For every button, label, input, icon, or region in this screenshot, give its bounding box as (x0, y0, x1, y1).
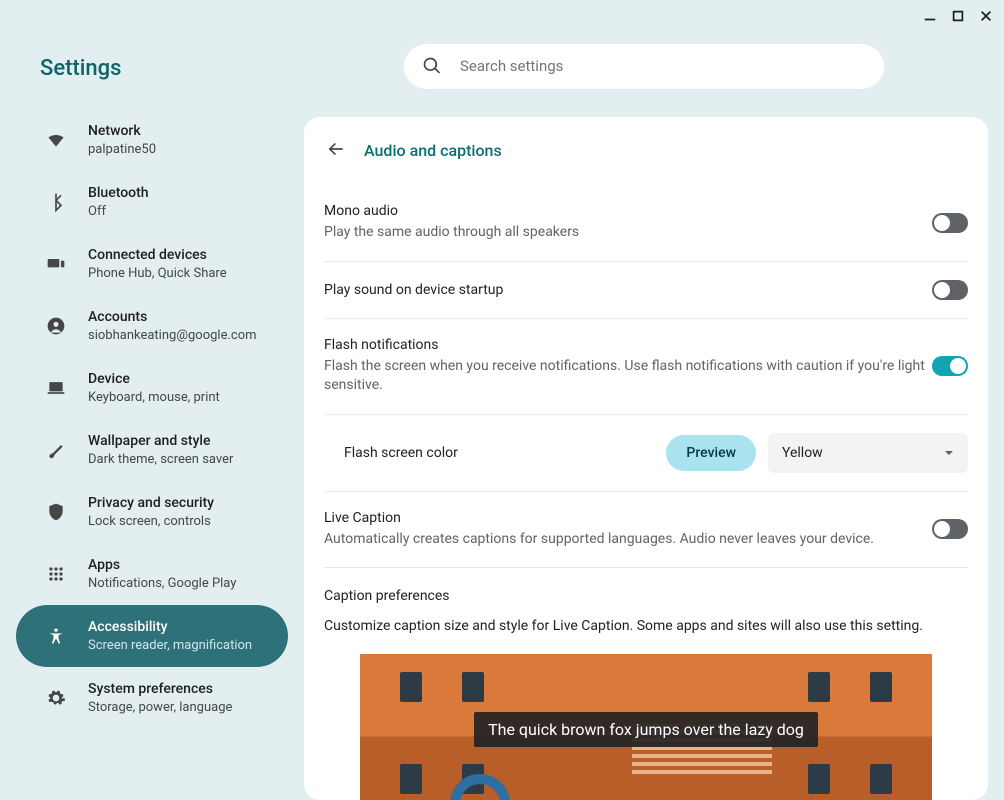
window-titlebar (0, 0, 1004, 32)
flash-title: Flash notifications (324, 337, 932, 353)
sidebar-item-system[interactable]: System preferences Storage, power, langua… (16, 667, 288, 729)
sidebar-item-sublabel: Off (88, 204, 149, 219)
sidebar-item-sublabel: Phone Hub, Quick Share (88, 266, 227, 281)
window-minimize-button[interactable] (920, 6, 940, 26)
search-input[interactable] (460, 57, 866, 75)
accessibility-icon (44, 624, 68, 648)
caption-sample-text: The quick brown fox jumps over the lazy … (474, 712, 818, 747)
settings-card: Audio and captions Mono audio Play the s… (304, 117, 988, 800)
mono-audio-desc: Play the same audio through all speakers (324, 223, 932, 243)
account-icon (44, 314, 68, 338)
caption-prefs-desc: Customize caption size and style for Liv… (324, 618, 968, 634)
caption-preview-image: The quick brown fox jumps over the lazy … (360, 654, 932, 800)
sidebar-item-sublabel: Lock screen, controls (88, 514, 214, 529)
flash-color-value: Yellow (782, 445, 823, 461)
sidebar-item-label: Connected devices (88, 247, 227, 263)
sidebar-item-label: Privacy and security (88, 495, 214, 511)
live-caption-title: Live Caption (324, 510, 932, 526)
sidebar-item-connected-devices[interactable]: Connected devices Phone Hub, Quick Share (16, 233, 288, 295)
sidebar-item-label: Wallpaper and style (88, 433, 233, 449)
sidebar-item-device[interactable]: Device Keyboard, mouse, print (16, 357, 288, 419)
sidebar-item-label: System preferences (88, 681, 232, 697)
sidebar-item-sublabel: Storage, power, language (88, 700, 232, 715)
card-header: Audio and captions (304, 117, 988, 185)
sidebar-item-label: Device (88, 371, 220, 387)
sidebar-item-sublabel: Screen reader, magnification (88, 638, 252, 653)
sidebar-item-sublabel: siobhankeating@google.com (88, 328, 257, 343)
flash-toggle[interactable] (932, 356, 968, 376)
sidebar-item-label: Accounts (88, 309, 257, 325)
sidebar-item-apps[interactable]: Apps Notifications, Google Play (16, 543, 288, 605)
brush-icon (44, 438, 68, 462)
app-title: Settings (0, 40, 304, 109)
startup-sound-title: Play sound on device startup (324, 282, 932, 298)
mono-audio-title: Mono audio (324, 203, 932, 219)
devices-icon (44, 252, 68, 276)
search-bar[interactable] (404, 44, 884, 89)
back-button[interactable] (326, 139, 346, 163)
window-close-button[interactable] (976, 6, 996, 26)
sidebar-item-wallpaper[interactable]: Wallpaper and style Dark theme, screen sa… (16, 419, 288, 481)
chevron-down-icon (944, 448, 954, 458)
laptop-icon (44, 376, 68, 400)
sidebar-item-network[interactable]: Network palpatine50 (16, 109, 288, 171)
sidebar-item-label: Bluetooth (88, 185, 149, 201)
row-flash-notifications: Flash notifications Flash the screen whe… (324, 319, 968, 414)
flash-color-label: Flash screen color (344, 445, 654, 461)
live-caption-toggle[interactable] (932, 519, 968, 539)
apps-icon (44, 562, 68, 586)
row-live-caption: Live Caption Automatically creates capti… (324, 491, 968, 569)
sidebar-item-sublabel: Dark theme, screen saver (88, 452, 233, 467)
live-caption-desc: Automatically creates captions for suppo… (324, 530, 932, 550)
flash-preview-button[interactable]: Preview (666, 435, 756, 471)
sidebar: Settings Network palpatine50 Bluetooth Off… (0, 32, 304, 800)
sidebar-item-sublabel: Keyboard, mouse, print (88, 390, 220, 405)
sidebar-item-accessibility[interactable]: Accessibility Screen reader, magnificatio… (16, 605, 288, 667)
row-startup-sound: Play sound on device startup (324, 262, 968, 319)
shield-icon (44, 500, 68, 524)
flash-color-select[interactable]: Yellow (768, 433, 968, 473)
row-flash-color: Flash screen color Preview Yellow (324, 414, 968, 491)
sidebar-item-sublabel: Notifications, Google Play (88, 576, 236, 591)
caption-prefs-title: Caption preferences (324, 588, 968, 604)
row-mono-audio: Mono audio Play the same audio through a… (324, 185, 968, 262)
sidebar-item-bluetooth[interactable]: Bluetooth Off (16, 171, 288, 233)
sidebar-item-privacy[interactable]: Privacy and security Lock screen, control… (16, 481, 288, 543)
sidebar-item-label: Accessibility (88, 619, 252, 635)
bluetooth-icon (44, 190, 68, 214)
search-icon (422, 56, 442, 76)
caption-preferences: Caption preferences Customize caption si… (304, 568, 988, 800)
breadcrumb: Audio and captions (364, 141, 502, 160)
startup-sound-toggle[interactable] (932, 280, 968, 300)
sidebar-item-accounts[interactable]: Accounts siobhankeating@google.com (16, 295, 288, 357)
flash-desc: Flash the screen when you receive notifi… (324, 357, 932, 396)
wifi-icon (44, 128, 68, 152)
mono-audio-toggle[interactable] (932, 213, 968, 233)
gear-icon (44, 686, 68, 710)
sidebar-item-label: Network (88, 123, 156, 139)
sidebar-item-label: Apps (88, 557, 236, 573)
window-maximize-button[interactable] (948, 6, 968, 26)
sidebar-item-sublabel: palpatine50 (88, 142, 156, 157)
